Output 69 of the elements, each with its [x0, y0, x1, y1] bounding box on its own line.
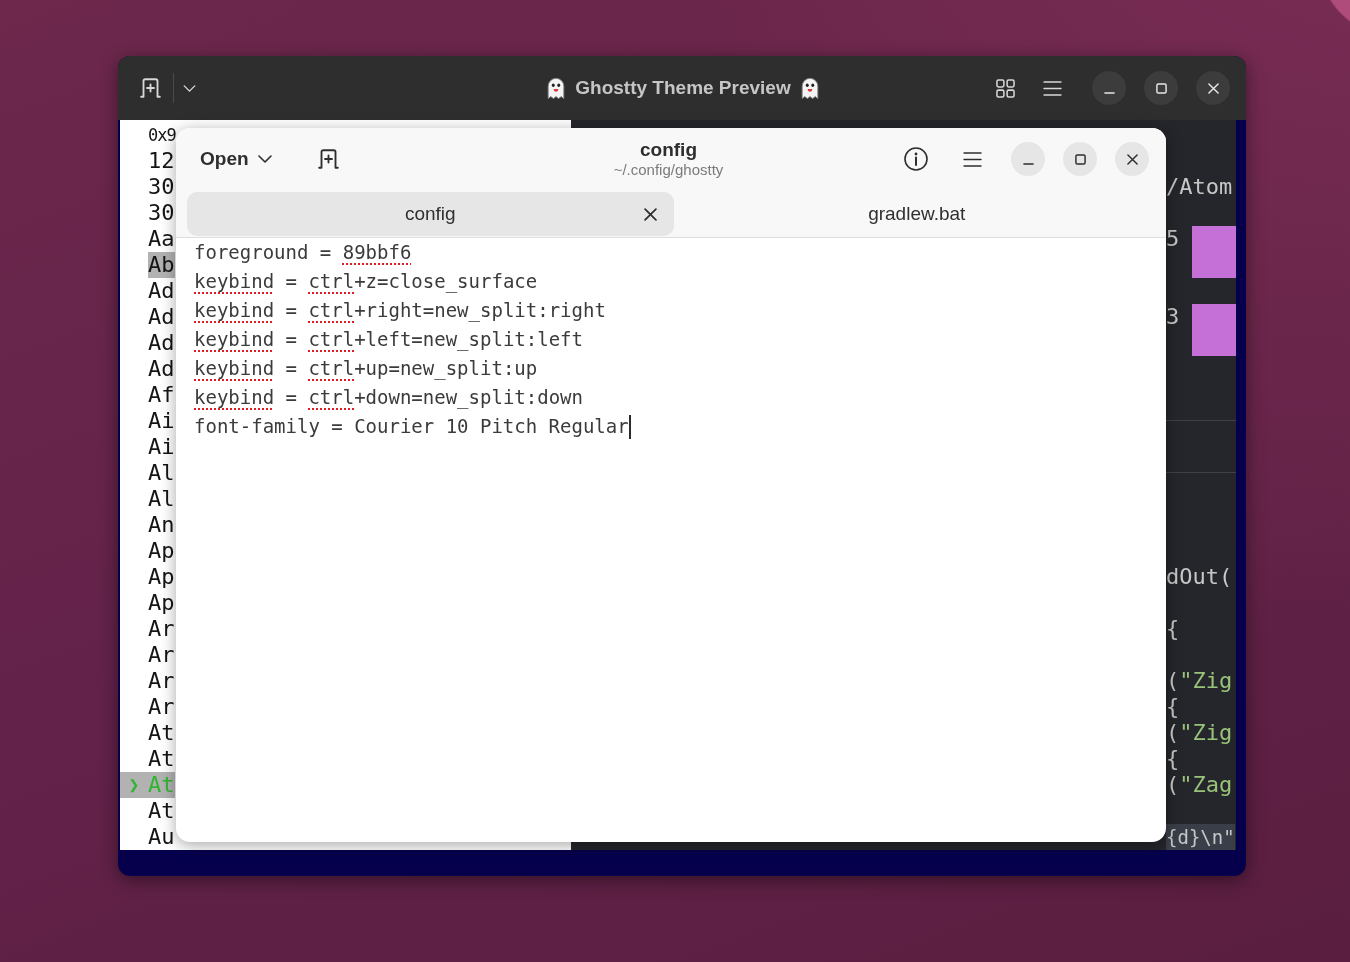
code-line: keybind = ctrl+z=close_surface	[194, 269, 538, 295]
grid-icon	[995, 78, 1015, 98]
theme-list-item[interactable]: Af	[120, 382, 175, 408]
maximize-button[interactable]	[1063, 142, 1097, 176]
theme-list-item[interactable]: Ad	[120, 304, 175, 330]
new-tab-icon	[318, 149, 340, 169]
menu-icon	[962, 151, 982, 167]
open-button[interactable]: Open	[188, 141, 284, 177]
code-line: ("Zig	[1166, 668, 1233, 694]
theme-list-item[interactable]: At	[120, 720, 175, 746]
palette-index: 3	[1166, 304, 1181, 330]
theme-list-item[interactable]: At	[120, 746, 175, 772]
code-line: font-family = Courier 10 Pitch Regular	[194, 414, 629, 439]
theme-list-item[interactable]: Ar	[120, 642, 175, 668]
theme-list-item[interactable]: 30	[120, 200, 175, 226]
document-title: config	[640, 139, 697, 161]
palette-index: 5	[1166, 226, 1181, 252]
code-line: dOut(	[1166, 564, 1233, 590]
minimize-icon	[1103, 91, 1115, 94]
close-icon	[1207, 82, 1219, 94]
tab[interactable]: config	[187, 192, 674, 236]
theme-list-item[interactable]: Ad	[120, 278, 175, 304]
code-line: keybind = ctrl+up=new_split:up	[194, 356, 538, 382]
theme-list-item[interactable]: Al	[120, 460, 175, 486]
chevron-down-icon	[182, 84, 196, 92]
maximize-icon	[1074, 153, 1086, 165]
theme-list-item[interactable]: Ap	[120, 590, 175, 616]
minimize-icon	[1022, 162, 1034, 165]
maximize-button[interactable]	[1144, 71, 1178, 105]
code-line: keybind = ctrl+left=new_split:left	[194, 327, 583, 353]
new-tab-icon	[139, 78, 161, 98]
theme-list-item[interactable]: Ap	[120, 564, 175, 590]
chevron-down-icon	[257, 155, 272, 163]
tab[interactable]: gradlew.bat	[673, 192, 1160, 236]
code-line: {	[1166, 694, 1180, 720]
theme-list-item[interactable]: Ar	[120, 694, 175, 720]
theme-list-item[interactable]: Ai	[120, 434, 175, 460]
maximize-icon	[1155, 82, 1167, 94]
theme-list-item[interactable]: Ad	[120, 330, 175, 356]
theme-list-item[interactable]: 12	[120, 148, 175, 174]
code-line: keybind = ctrl+down=new_split:down	[194, 385, 583, 411]
close-icon	[644, 207, 657, 221]
code-line: {	[1166, 616, 1180, 642]
code-line: {	[1166, 746, 1180, 772]
code-line: ("Zig	[1166, 720, 1233, 746]
theme-list-item[interactable]: At	[120, 798, 175, 824]
close-button[interactable]	[1115, 142, 1149, 176]
theme-path: /Atom	[1166, 174, 1233, 200]
theme-list-item[interactable]: Ab	[120, 252, 175, 278]
window-title: Ghostty Theme Preview	[574, 75, 792, 100]
menu-icon	[1042, 80, 1062, 96]
theme-list-item[interactable]: 0x9	[120, 122, 176, 148]
close-button[interactable]	[1196, 71, 1230, 105]
theme-list-item[interactable]: 30	[120, 174, 175, 200]
theme-list-item[interactable]: Aa	[120, 226, 175, 252]
theme-list-item[interactable]: Ad	[120, 356, 175, 382]
info-icon	[904, 147, 928, 171]
theme-list-item[interactable]: Au	[120, 824, 175, 850]
document-path: ~/.config/ghostty	[613, 161, 724, 179]
theme-list-item[interactable]: Ar	[120, 668, 175, 694]
code-line: foreground = 89bbf6	[194, 240, 412, 265]
theme-list-item[interactable]: Ap	[120, 538, 175, 564]
theme-list-item[interactable]: Al	[120, 486, 175, 512]
code-line: ("Zag	[1166, 772, 1233, 798]
close-icon	[1126, 153, 1138, 165]
code-line: keybind = ctrl+right=new_split:right	[194, 298, 606, 324]
theme-list-item[interactable]: Ai	[120, 408, 175, 434]
theme-list-item[interactable]: An	[120, 512, 175, 538]
theme-list-item[interactable]: Ar	[120, 616, 175, 642]
